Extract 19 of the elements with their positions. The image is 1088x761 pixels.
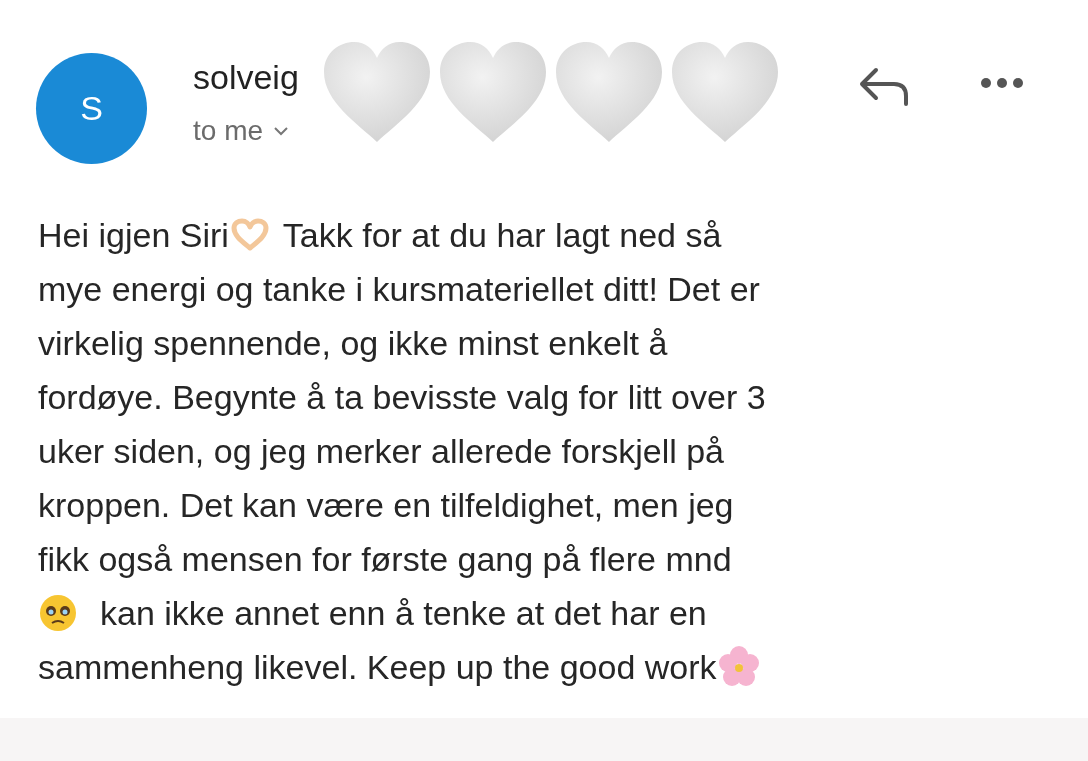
message-text: Takk for at du har lagt ned så	[282, 215, 722, 256]
message-text: kan ikke annet enn å tenke at det har en	[100, 593, 707, 634]
blossom-icon	[716, 645, 761, 689]
avatar: S	[36, 53, 147, 164]
chevron-down-icon	[273, 126, 290, 136]
more-icon[interactable]	[981, 78, 1023, 88]
reply-icon[interactable]	[858, 66, 910, 106]
message-text: fikk også mensen for første gang på flere mnd	[38, 539, 732, 580]
sender-name: solveig	[193, 57, 299, 98]
message-text: sammenheng likevel. Keep up the good work	[38, 647, 717, 688]
message-text: kroppen. Det kan være en tilfeldighet, men jeg	[38, 485, 734, 526]
message-text: uker siden, og jeg merker allerede forskjell på	[38, 431, 724, 472]
recipient-dropdown[interactable]: to me	[193, 115, 299, 147]
pleading-face-icon	[38, 593, 78, 633]
message-text: Hei igjen Siri	[38, 215, 229, 256]
heart-hands-icon	[230, 218, 269, 252]
message-text: fordøye. Begynte å ta bevisste valg for litt over 3	[38, 377, 766, 418]
message-text: mye energi og tanke i kursmateriellet ditt! Det er	[38, 269, 760, 310]
message-text: virkelig spennende, og ikke minst enkelt å	[38, 323, 668, 364]
